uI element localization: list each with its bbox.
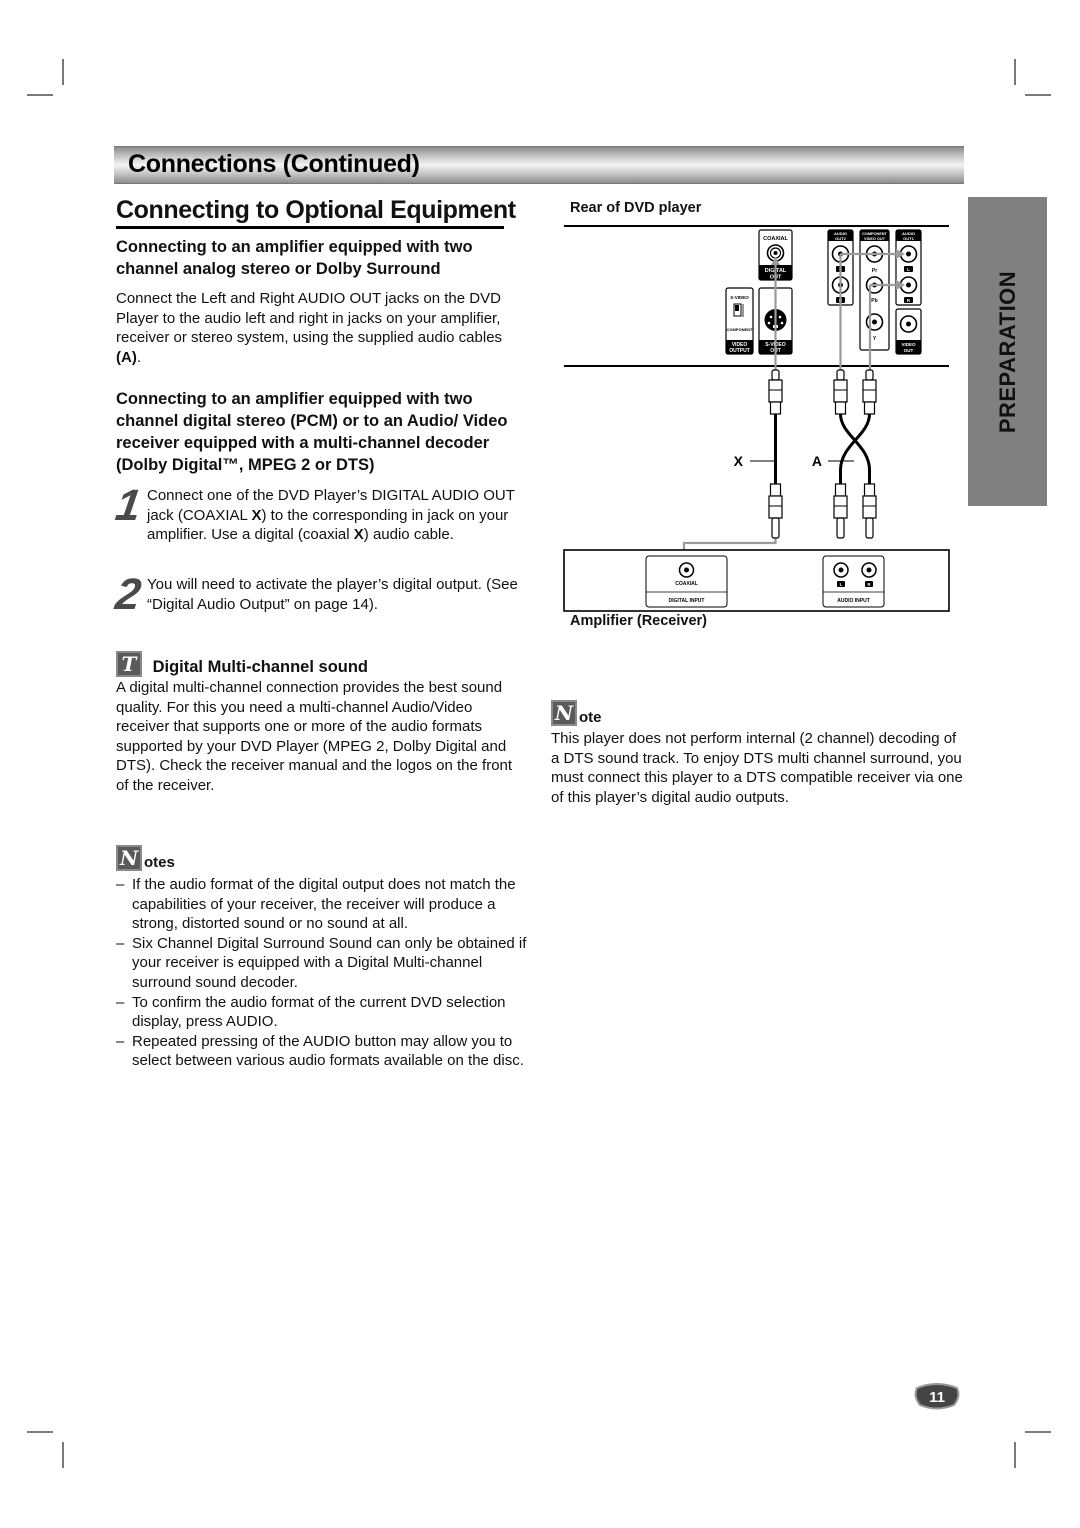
- amp-digital-input: COAXIAL DIGITAL INPUT: [645, 555, 728, 608]
- note-item: If the audio format of the digital outpu…: [116, 875, 528, 934]
- label-component: COMPONENT: [862, 232, 887, 236]
- amp-label-audio-input: AUDIO INPUT: [837, 598, 870, 604]
- tip-title: Digital Multi-channel sound: [152, 658, 369, 676]
- page-number: 11: [929, 1389, 945, 1406]
- chapter-title: Connections (Continued): [128, 150, 420, 178]
- diagram-top-label: Rear of DVD player: [570, 200, 702, 216]
- amp-label-coaxial: COAXIAL: [675, 581, 698, 587]
- analog-section: Connecting to an amplifier equipped with…: [116, 236, 528, 367]
- label-pb: Pb: [871, 298, 877, 304]
- tip-section: T Digital Multi-channel sound A digital …: [116, 651, 528, 796]
- video-output-switch: S-VIDEO COMPONENT VIDEO OUTPUT: [725, 287, 754, 355]
- cable-a-label: A: [812, 453, 822, 469]
- crop-mark: [62, 1442, 64, 1468]
- note-section: Note This player does not perform intern…: [551, 700, 963, 807]
- note-title: ote: [579, 709, 602, 726]
- amp-label-digital-input: DIGITAL INPUT: [669, 598, 705, 604]
- notes-heading: Notes: [116, 845, 528, 871]
- step-text-ref: X: [353, 526, 364, 544]
- chapter-header-bar: Connections (Continued): [114, 146, 964, 184]
- crop-mark: [27, 1431, 53, 1433]
- step-text: Connect one of the DVD Player’s DIGITAL …: [147, 486, 526, 545]
- section-title: Connecting to Optional Equipment: [116, 196, 516, 224]
- step-number: 1: [112, 481, 144, 530]
- digital-section: Connecting to an amplifier equipped with…: [116, 388, 516, 476]
- label-video-2: VIDEO: [901, 342, 916, 347]
- amp-audio-input: L R AUDIO INPUT: [822, 555, 885, 608]
- audio-out-1-jacks: AUDIO OUT1 L R: [895, 229, 922, 306]
- analog-body-ref: (A): [116, 348, 137, 366]
- crop-mark: [1014, 1442, 1016, 1468]
- notes-section: Notes If the audio format of the digital…: [116, 845, 528, 1071]
- note-heading: Note: [551, 700, 963, 726]
- chapter-side-tab: PREPARATION: [968, 197, 1047, 506]
- analog-body-text: Connect the Left and Right AUDIO OUT jac…: [116, 290, 503, 347]
- crop-mark: [27, 94, 53, 96]
- connection-diagram: COAXIAL DIGITAL OUT S-VIDEO COMPONENT VI…: [563, 225, 950, 612]
- crop-mark: [62, 59, 64, 85]
- note-body: This player does not perform internal (2…: [551, 730, 963, 806]
- crop-mark: [1025, 1431, 1051, 1433]
- note-icon: N: [551, 700, 577, 726]
- crop-mark: [1014, 59, 1016, 85]
- component-video-jacks: COMPONENT VIDEO OUT Pr Pb Y: [859, 229, 890, 351]
- label-jack-l: L: [907, 267, 910, 272]
- chapter-side-tab-label: PREPARATION: [994, 270, 1020, 433]
- notes-list: If the audio format of the digital outpu…: [116, 875, 528, 1071]
- step-text-ref: X: [251, 506, 262, 524]
- step-text-part: ) audio cable.: [363, 526, 454, 544]
- label-out-2: OUT: [904, 348, 914, 353]
- step-2: 2 You will need to activate the player’s…: [112, 570, 526, 619]
- step-text: You will need to activate the player’s d…: [147, 576, 518, 613]
- analog-body-end: .: [136, 348, 141, 366]
- cable-x-label: X: [734, 453, 744, 469]
- note-item: Six Channel Digital Surround Sound can o…: [116, 934, 528, 993]
- crop-mark: [1025, 94, 1051, 96]
- diagram-bottom-label: Amplifier (Receiver): [570, 613, 707, 629]
- label-out2: OUT2: [835, 236, 846, 241]
- tip-body: A digital multi-channel connection provi…: [116, 679, 513, 794]
- note-item: Repeated pressing of the AUDIO button ma…: [116, 1032, 528, 1071]
- step-1: 1 Connect one of the DVD Player’s DIGITA…: [112, 481, 526, 545]
- tip-heading: T Digital Multi-channel sound: [116, 651, 528, 677]
- video-out-jack: VIDEO OUT: [895, 308, 922, 355]
- amp-label-l: L: [840, 582, 843, 587]
- label-svideo-switch: S-VIDEO: [730, 295, 749, 300]
- label-component-switch: COMPONENT: [727, 327, 754, 332]
- notes-icon: N: [116, 845, 142, 871]
- notes-title: otes: [144, 854, 175, 871]
- analog-body: Connect the Left and Right AUDIO OUT jac…: [116, 289, 528, 367]
- label-output: OUTPUT: [729, 348, 750, 354]
- note-item: To confirm the audio format of the curre…: [116, 993, 528, 1032]
- cable-x-coaxial: [768, 369, 783, 539]
- label-out1: OUT1: [903, 236, 914, 241]
- section-title-underline: [116, 226, 504, 229]
- analog-heading: Connecting to an amplifier equipped with…: [116, 238, 473, 278]
- digital-heading: Connecting to an amplifier equipped with…: [116, 390, 508, 474]
- amplifier-panel: [563, 549, 950, 612]
- tip-icon: T: [116, 651, 142, 677]
- page-number-badge: 11: [914, 1383, 960, 1410]
- step-number: 2: [112, 570, 144, 619]
- label-pr: Pr: [872, 268, 877, 274]
- label-video-out: VIDEO OUT: [864, 237, 886, 241]
- label-coaxial: COAXIAL: [763, 236, 788, 242]
- cable-a-stereo: [833, 369, 877, 539]
